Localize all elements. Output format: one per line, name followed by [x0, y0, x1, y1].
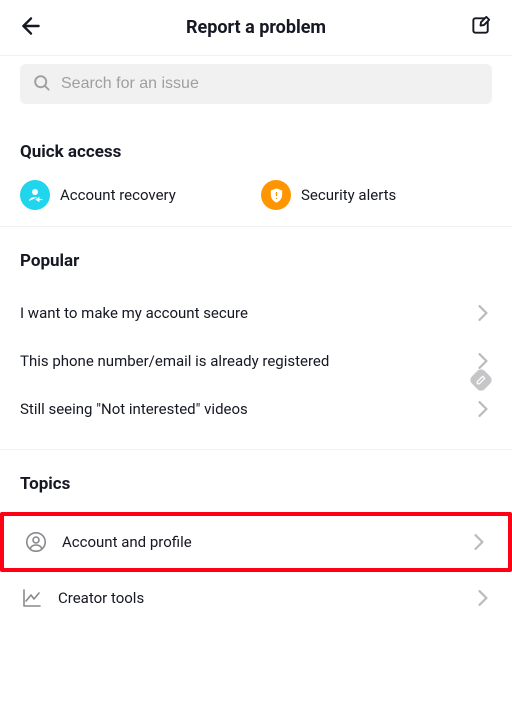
header-bar: Report a problem [0, 0, 512, 56]
topic-item-account-profile[interactable]: Account and profile [0, 512, 512, 572]
popular-item-already-registered[interactable]: This phone number/email is already regis… [20, 337, 492, 385]
chevron-right-icon [474, 305, 492, 321]
quick-access-label: Security alerts [301, 186, 396, 204]
search-field[interactable] [20, 64, 492, 104]
back-button[interactable] [14, 11, 48, 45]
topic-item-creator-tools[interactable]: Creator tools [20, 572, 492, 624]
list-item-label: This phone number/email is already regis… [20, 352, 460, 370]
list-item-label: I want to make my account secure [20, 304, 460, 322]
arrow-left-icon [18, 13, 44, 43]
chevron-right-icon [470, 534, 488, 550]
search-input[interactable] [61, 75, 480, 93]
analytics-icon [20, 586, 44, 610]
section-topics: Topics Account and profile Creator tools [0, 450, 512, 640]
compose-icon [470, 14, 493, 41]
list-item-label: Still seeing "Not interested" videos [20, 400, 460, 418]
popular-item-not-interested-videos[interactable]: Still seeing "Not interested" videos [20, 385, 492, 433]
chevron-right-icon [474, 590, 492, 606]
section-heading-topics: Topics [20, 474, 492, 494]
feedback-compose-button[interactable] [464, 11, 498, 45]
section-popular: Popular I want to make my account secure… [0, 227, 512, 450]
search-wrap [0, 56, 512, 118]
list-item-label: Creator tools [58, 589, 460, 607]
chevron-right-icon [474, 401, 492, 417]
page-title: Report a problem [186, 17, 326, 38]
section-heading-popular: Popular [20, 251, 492, 271]
person-circle-icon [24, 530, 48, 554]
quick-access-label: Account recovery [60, 186, 176, 204]
section-quick-access: Quick access Account recovery Security a… [0, 118, 512, 227]
search-icon [32, 73, 51, 96]
account-recovery-icon [20, 180, 50, 210]
chevron-right-icon [474, 353, 492, 369]
shield-alert-icon [261, 180, 291, 210]
list-item-label: Account and profile [62, 533, 456, 551]
quick-access-security-alerts[interactable]: Security alerts [261, 180, 492, 210]
quick-access-account-recovery[interactable]: Account recovery [20, 180, 251, 210]
popular-item-make-account-secure[interactable]: I want to make my account secure [20, 289, 492, 337]
section-heading-quick-access: Quick access [20, 142, 492, 162]
